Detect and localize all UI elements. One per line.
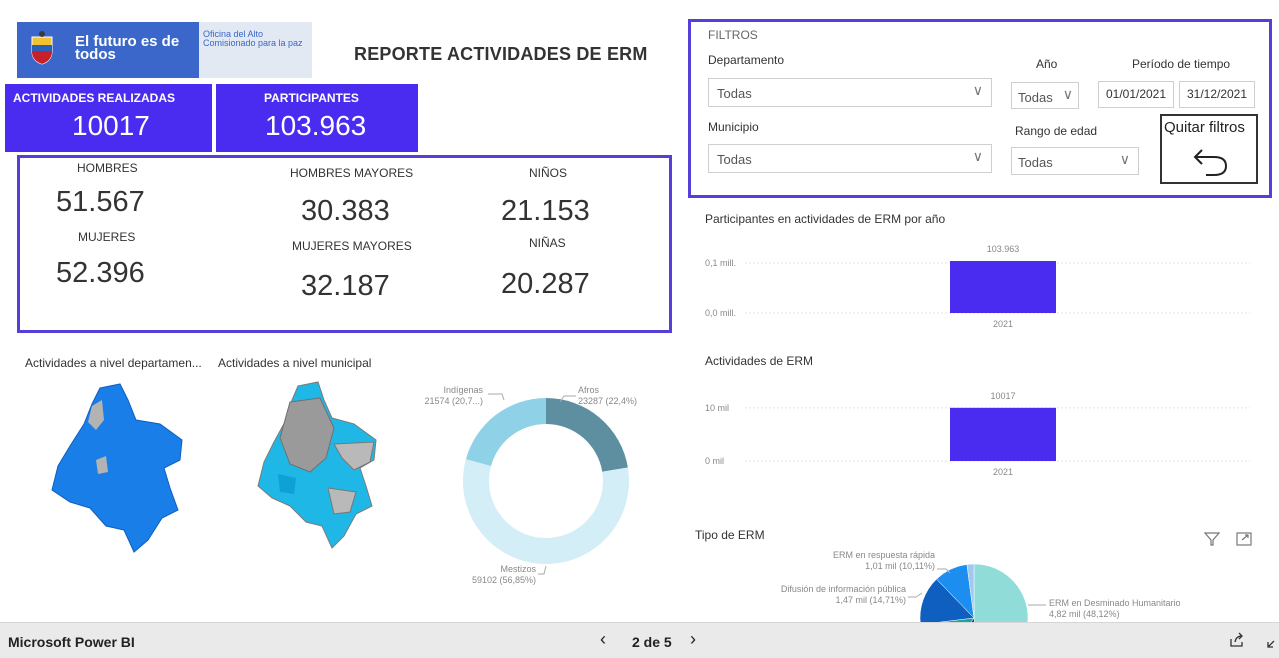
pie-tipo-erm-slices [919, 563, 1029, 625]
participants-bar[interactable] [950, 261, 1056, 313]
departamento-select[interactable]: Todas ∨ [708, 78, 992, 107]
map-municipal[interactable] [250, 378, 390, 558]
pie-label-desminado-name: ERM en Desminado Humanitario [1049, 598, 1181, 608]
pie-leader-difusion [908, 592, 923, 598]
filters-title: FILTROS [708, 28, 758, 42]
coat-of-arms-icon [31, 31, 53, 65]
participants-x-tick-label: 2021 [993, 319, 1013, 329]
stat-hombres-label: HOMBRES [77, 161, 138, 175]
undo-arrow-icon [1193, 149, 1228, 176]
chevron-down-icon: ∨ [972, 148, 983, 164]
stat-mujeres-label: MUJERES [78, 230, 136, 244]
kpi-activities-label: ACTIVIDADES REALIZADAS [13, 91, 176, 105]
focus-mode-icon[interactable] [1236, 532, 1252, 546]
donut-label-indigenas-value: 21574 (20,7...) [424, 396, 483, 406]
donut-chart[interactable]: Indígenas 21574 (20,7...) Afros 23287 (2… [410, 376, 680, 596]
pie-slice-erm-en-desminado-humanitario[interactable] [973, 563, 1029, 625]
page-title: REPORTE ACTIVIDADES DE ERM [354, 44, 648, 64]
kpi-card-participants: PARTICIPANTES 103.963 [216, 84, 418, 152]
chart-activities-title: Actividades de ERM [705, 354, 814, 368]
app-name: Microsoft Power BI [8, 634, 135, 650]
demographics-panel: HOMBRES 51.567 MUJERES 52.396 HOMBRES MA… [17, 155, 672, 333]
municipio-select[interactable]: Todas ∨ [708, 144, 992, 173]
kpi-card-activities: ACTIVIDADES REALIZADAS 10017 [5, 84, 212, 152]
stat-mujeres-mayores-label: MUJERES MAYORES [292, 239, 412, 253]
footer-bar: Microsoft Power BI ‹ 2 de 5 › [0, 622, 1279, 658]
pie-chart-tipo-erm[interactable]: ERM en respuesta rápida 1,01 mil (10,11%… [740, 545, 1260, 625]
previous-page-icon[interactable]: ‹ [600, 629, 606, 650]
stat-hombres-mayores-label: HOMBRES MAYORES [290, 166, 414, 180]
expand-icon[interactable] [1266, 637, 1276, 649]
chart-tipo-erm-title: Tipo de ERM [695, 528, 765, 542]
stat-ninos-value: 21.153 [501, 195, 590, 227]
logo-subtext: Oficina del Alto Comisionado para la paz [203, 29, 303, 48]
stat-ninas-label: NIÑAS [529, 236, 566, 250]
stat-hombres-mayores-value: 30.383 [301, 195, 390, 227]
date-start-input[interactable]: 01/01/2021 [1098, 81, 1174, 108]
pie-label-difusion-name: Difusión de información pública [781, 584, 906, 594]
periodo-label: Período de tiempo [1132, 57, 1231, 71]
pie-label-respuesta-value: 1,01 mil (10,11%) [865, 561, 935, 571]
donut-label-mestizos-name: Mestizos [500, 564, 536, 574]
stat-mujeres-mayores-value: 32.187 [301, 270, 390, 302]
participants-y-tick-label: 0,0 mill. [705, 308, 736, 318]
anio-label: Año [1036, 57, 1058, 71]
pie-label-respuesta-name: ERM en respuesta rápida [833, 550, 935, 560]
municipio-label: Municipio [708, 120, 759, 134]
departamento-select-value: Todas [717, 86, 752, 101]
kpi-participants-label: PARTICIPANTES [264, 91, 359, 105]
chevron-down-icon: ∨ [1119, 151, 1130, 167]
donut-label-mestizos-value: 59102 (56,85%) [472, 575, 536, 585]
donut-slice-afros[interactable] [546, 398, 628, 472]
activities-y-tick-label: 0 mil [705, 456, 724, 466]
share-icon[interactable] [1229, 632, 1245, 648]
bar-chart-participants[interactable]: 0,0 mill. 0,1 mill. 103.963 2021 [700, 236, 1260, 346]
map-departmental[interactable] [40, 380, 200, 560]
bar-chart-activities[interactable]: 0 mil 10 mil 10017 2021 [700, 380, 1260, 480]
clear-filters-label: Quitar filtros [1164, 119, 1245, 136]
donut-slice-indígenas[interactable] [465, 398, 546, 466]
logo-text: El futuro es de todos [75, 33, 180, 63]
chevron-down-icon: ∨ [1062, 86, 1073, 102]
donut-slices [462, 398, 629, 564]
rango-select-value: Todas [1018, 155, 1053, 170]
map-municipal-title: Actividades a nivel municipal [218, 356, 372, 370]
activities-data-label: 10017 [990, 391, 1015, 401]
activities-bar[interactable] [950, 407, 1056, 461]
next-page-icon[interactable]: › [690, 629, 696, 650]
activities-x-tick-label: 2021 [993, 467, 1013, 477]
donut-label-indigenas-name: Indígenas [443, 385, 483, 395]
stat-hombres-value: 51.567 [56, 186, 145, 218]
municipio-select-value: Todas [717, 152, 752, 167]
date-end-input[interactable]: 31/12/2021 [1179, 81, 1255, 108]
stat-ninas-value: 20.287 [501, 268, 590, 300]
rango-select[interactable]: Todas ∨ [1011, 147, 1139, 175]
map-departmental-title: Actividades a nivel departamen... [25, 356, 202, 370]
logo-blue-panel: El futuro es de todos [17, 22, 199, 78]
anio-select[interactable]: Todas ∨ [1011, 82, 1079, 109]
pie-label-desminado-value: 4,82 mil (48,12%) [1049, 609, 1120, 619]
stat-mujeres-value: 52.396 [56, 257, 145, 289]
participants-y-tick-label: 0,1 mill. [705, 258, 736, 268]
rango-label: Rango de edad [1015, 124, 1098, 138]
donut-leader-indigenas [488, 393, 505, 401]
departamento-label: Departamento [708, 53, 785, 67]
clear-filters-button[interactable]: Quitar filtros [1160, 114, 1258, 184]
kpi-participants-value: 103.963 [265, 110, 367, 141]
stat-ninos-label: NIÑOS [529, 166, 568, 180]
participants-data-label: 103.963 [987, 244, 1020, 254]
anio-select-value: Todas [1018, 90, 1053, 105]
kpi-activities-value: 10017 [72, 110, 150, 141]
chevron-down-icon: ∨ [972, 82, 983, 98]
donut-label-afros-name: Afros [578, 385, 600, 395]
logo-banner: El futuro es de todos Oficina del Alto C… [17, 22, 312, 78]
pie-label-difusion-value: 1,47 mil (14,71%) [835, 595, 906, 605]
donut-slice-mestizos[interactable] [462, 459, 629, 564]
chart-participants-title: Participantes en actividades de ERM por … [705, 212, 946, 226]
donut-label-afros-value: 23287 (22,4%) [578, 396, 637, 406]
donut-leader-mestizos [538, 565, 547, 575]
page-indicator: 2 de 5 [632, 634, 672, 650]
activities-y-tick-label: 10 mil [705, 403, 729, 413]
